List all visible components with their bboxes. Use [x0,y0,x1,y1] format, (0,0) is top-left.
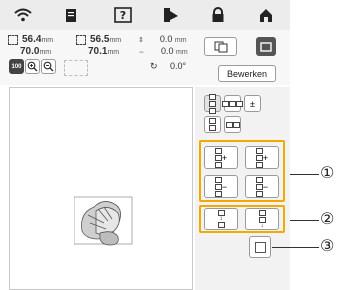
horizontal-stack-icon [222,100,243,107]
vertical-layout-button[interactable] [204,93,221,114]
home-icon[interactable] [255,6,277,24]
square-icon [254,241,266,253]
zoom-out-icon [43,61,54,72]
callout-line-1 [290,174,319,175]
border-toggle-button[interactable] [249,236,271,258]
spacing-decrease-icon [214,176,222,197]
callout-line-3 [272,247,319,248]
document-icon[interactable] [60,6,82,24]
shell-pattern-image [74,196,133,246]
increase-spacing-button[interactable]: + [204,146,238,169]
size-decrease-icon [255,176,263,197]
callout-3: ③ [320,236,335,255]
size-icon [76,34,86,45]
shift-up-icon: ↕ [217,210,225,229]
preview-button[interactable] [256,37,276,56]
decrease-size-button[interactable]: − [245,175,279,198]
edit-button[interactable]: Bewerken [218,65,276,82]
vertical-stack-icon [209,93,216,114]
zoom-100-button[interactable]: 100 [9,59,24,74]
vertical-split-button[interactable] [204,116,221,133]
help-icon[interactable]: ? [112,6,134,24]
top-bar: ? [0,0,290,31]
horizontal-layout-button[interactable] [222,95,243,112]
horizontal-split-button[interactable] [224,116,241,133]
angle-readout: ↻ 0.0° [150,61,187,71]
spacing-increase-icon [214,147,222,168]
callout-2: ② [320,209,335,228]
wifi-icon[interactable] [12,6,34,24]
shift-down-icon: ↓ [258,210,266,229]
lock-icon[interactable] [207,6,229,24]
duplicate-button[interactable] [204,37,237,56]
size-icon [8,34,18,45]
vertical-split-icon [209,118,216,132]
size-readout-2: 56.5mm 70.1mm [76,34,121,58]
rotate-icon: ↻ [150,61,158,71]
size-readout-1: 56.4mm 70.0mm [8,34,53,58]
svg-text:?: ? [120,9,126,22]
duplicate-icon [214,41,227,52]
size-increase-icon [255,147,263,168]
tool-panel: ± + + − − ↕ ↓ [195,87,290,290]
preview-icon [260,41,272,52]
zoom-out-button[interactable] [41,59,56,74]
zoom-in-icon [27,61,38,72]
callout-1: ① [320,163,335,182]
position-arrows-icon-2: ⇔ [138,49,145,56]
increase-size-button[interactable]: + [245,146,279,169]
decrease-spacing-button[interactable]: − [204,175,238,198]
position-arrows-icon: ⇕ [138,37,144,44]
zoom-in-button[interactable] [25,59,40,74]
shift-down-button[interactable]: ↓ [245,208,279,230]
thread-spool-icon[interactable] [160,6,182,24]
embroidery-canvas[interactable] [9,87,193,290]
plus-down-icon: ± [250,98,255,109]
add-button[interactable]: ± [244,95,261,112]
shift-up-button[interactable]: ↕ [204,208,238,230]
horizontal-split-icon [225,121,240,128]
position-readout: ⇕ 0.0 mm ⇔ 0.0 mm [138,34,188,56]
pattern-info-area: 56.4mm 70.0mm 56.5mm 70.1mm ⇕ 0.0 mm ⇔ 0… [0,30,290,85]
callout-line-2 [290,220,319,221]
grid-view-icon[interactable] [64,60,88,76]
